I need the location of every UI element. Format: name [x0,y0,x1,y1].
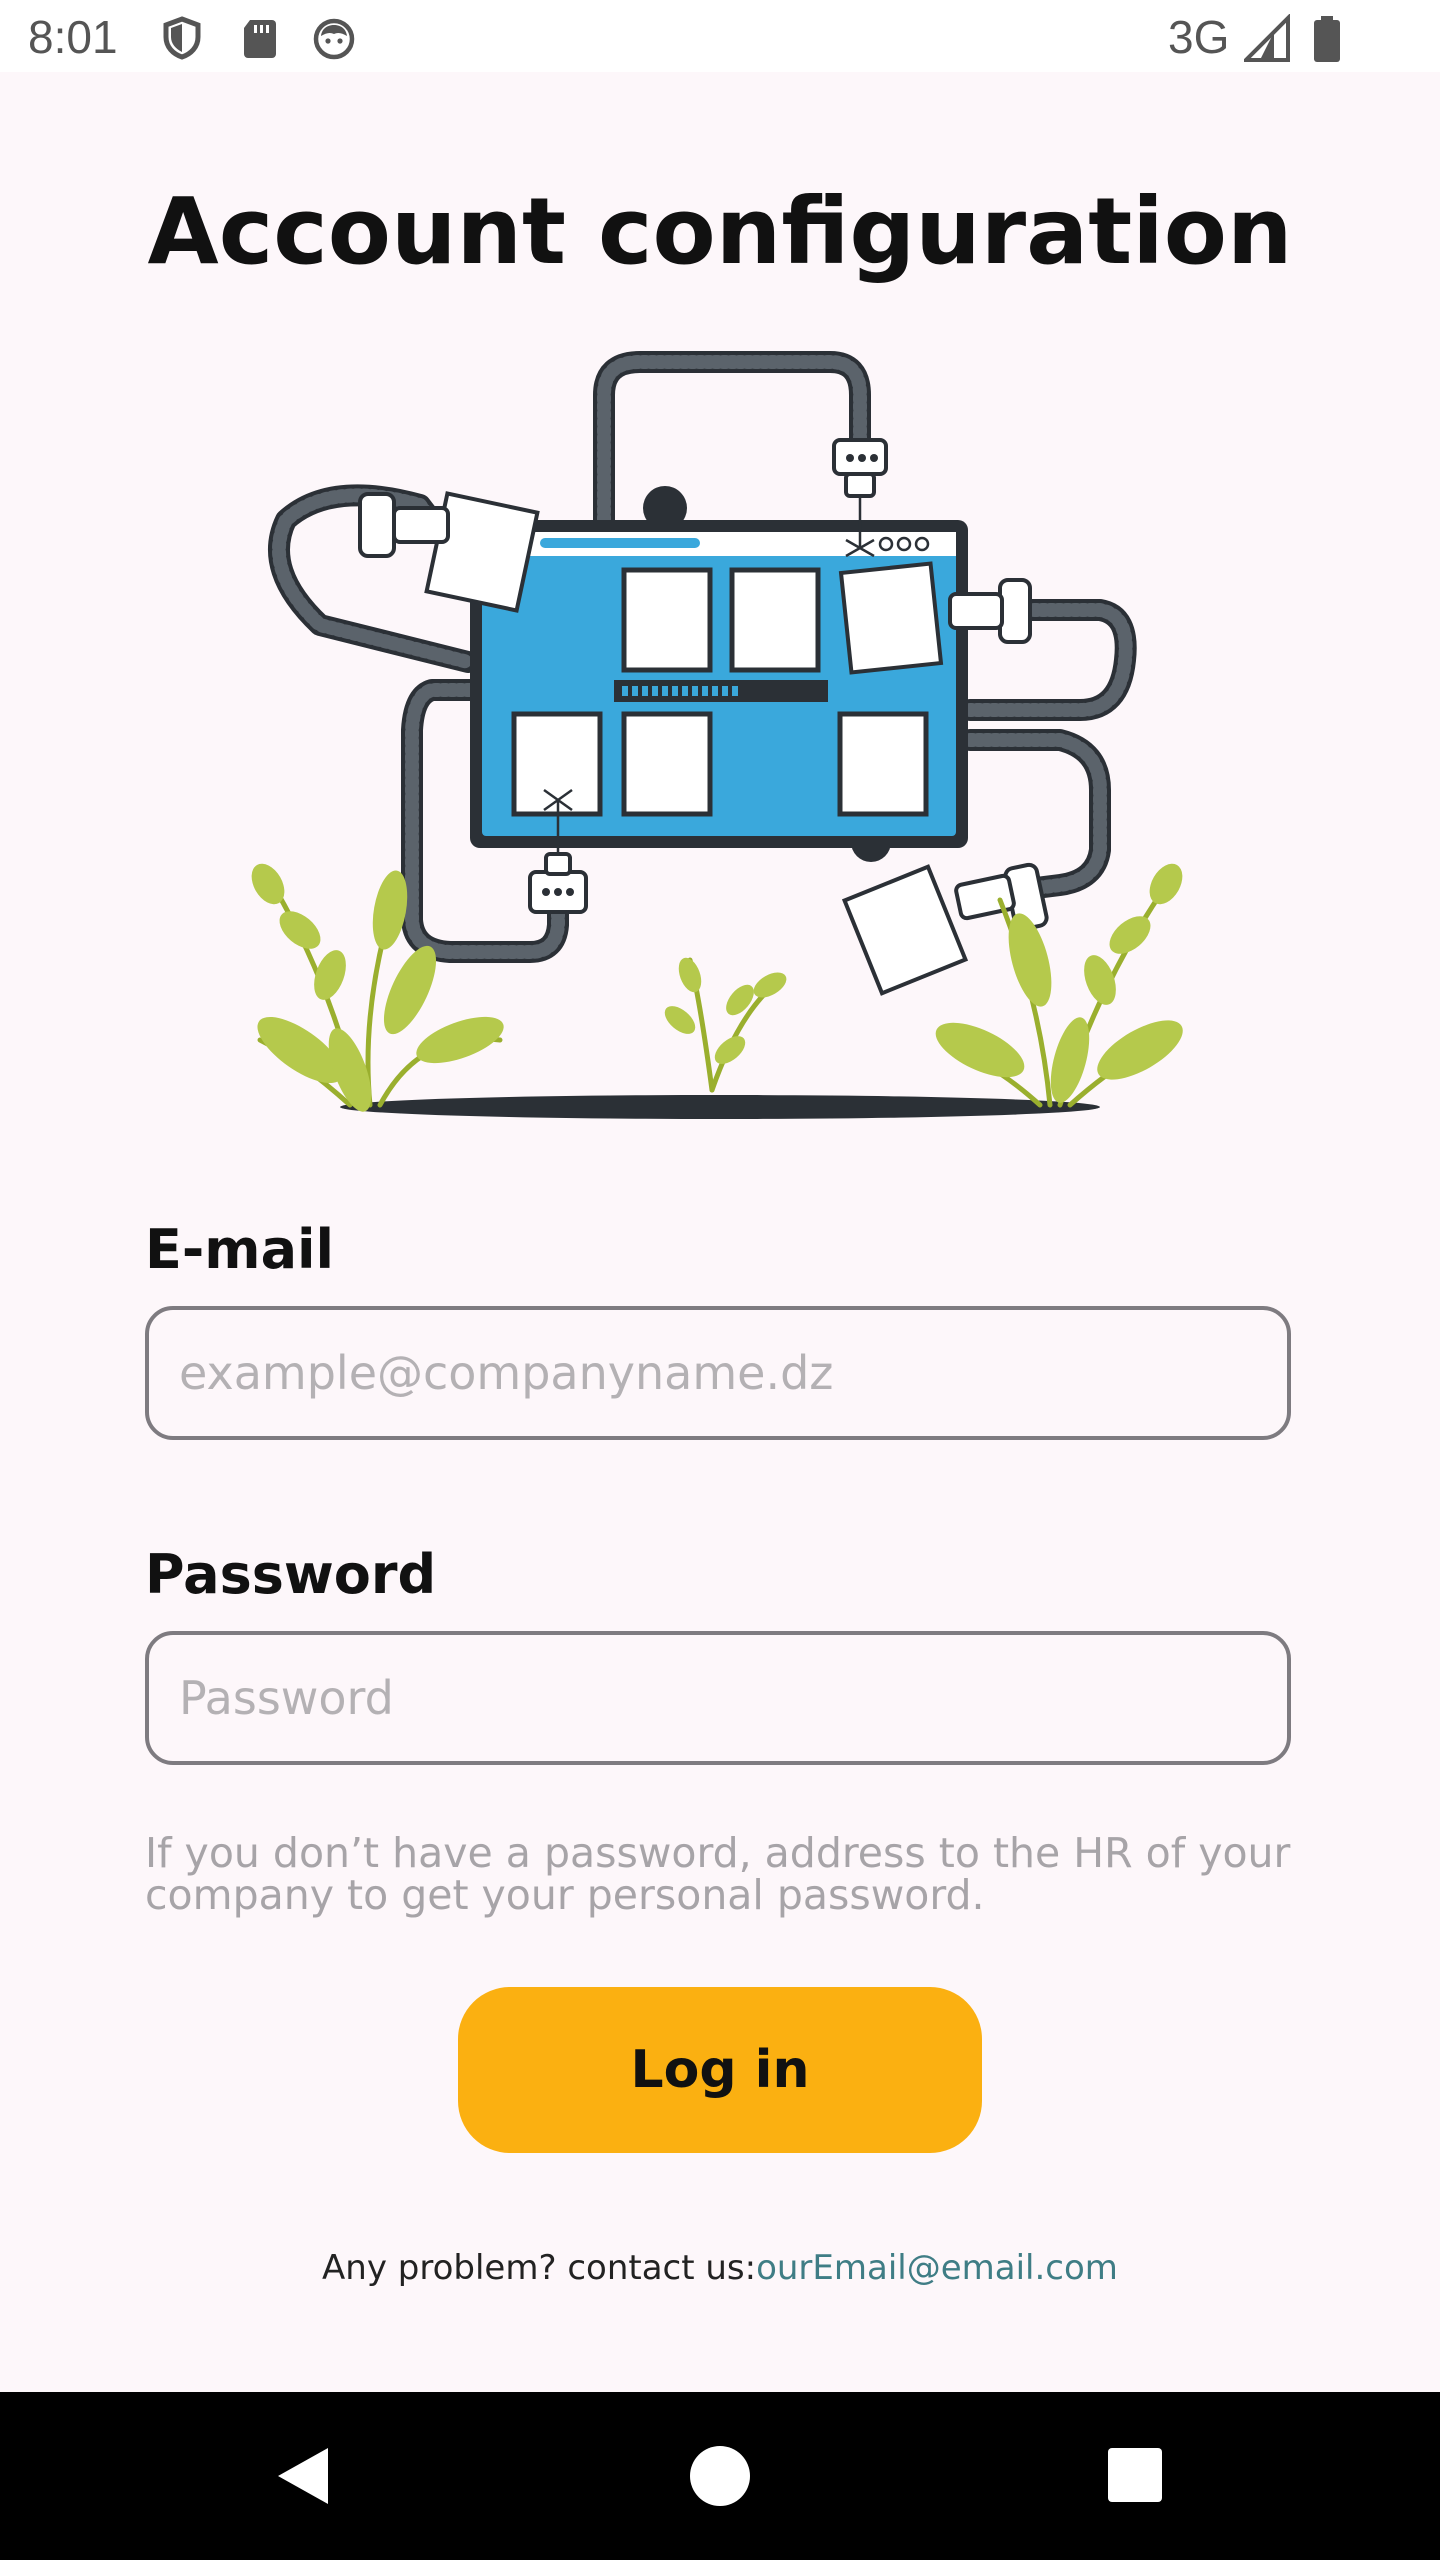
contact-email-link[interactable]: ourEmail@email.com [756,2248,1118,2288]
login-button[interactable]: Log in [458,1987,982,2153]
signal-icon [1244,14,1290,62]
back-icon[interactable] [264,2436,344,2516]
recents-icon[interactable] [1096,2436,1176,2516]
email-label: E-mail [145,1218,335,1281]
battery-icon [1314,16,1340,62]
email-field-container [145,1306,1291,1440]
password-label: Password [145,1543,437,1606]
password-field-container [145,1631,1291,1765]
contact-prefix: Any problem? contact us: [322,2248,757,2288]
shield-icon [163,16,201,60]
status-bar: 8:01 3G [0,0,1440,72]
page-title: Account configuration [147,178,1293,285]
home-icon[interactable] [680,2436,760,2516]
email-field[interactable] [149,1310,1287,1436]
network-type: 3G [1168,11,1230,63]
status-time: 8:01 [28,11,118,63]
password-field[interactable] [149,1635,1287,1761]
contact-row: Any problem? contact us:ourEmail@email.c… [0,2248,1440,2288]
password-hint: If you don’t have a password, address to… [145,1829,1291,1919]
configuration-machine-illustration [251,351,1183,1119]
sd-card-icon [244,20,276,58]
cat-face-icon [313,18,355,60]
navigation-bar [0,2392,1440,2560]
